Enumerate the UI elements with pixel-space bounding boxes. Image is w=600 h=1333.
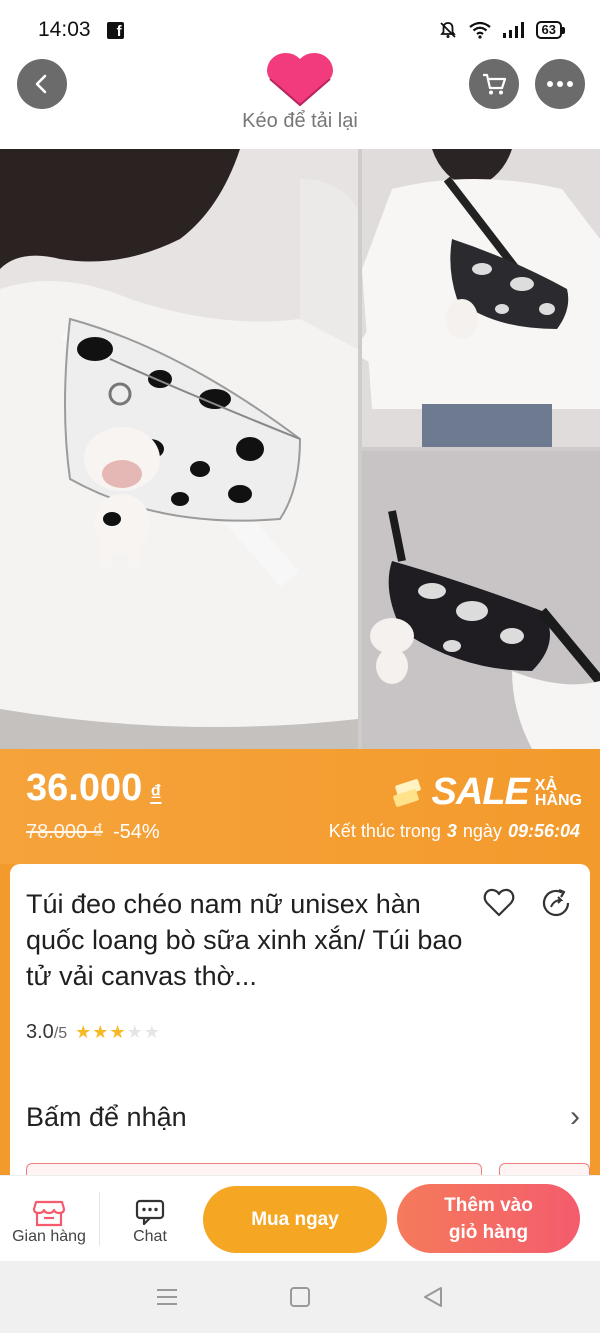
system-nav-bar (0, 1261, 600, 1333)
share-button[interactable] (540, 886, 574, 920)
sale-xa-hang-logo: SALE XẢ HÀNG (392, 771, 582, 814)
back-triangle-icon[interactable] (421, 1285, 445, 1309)
star-icon: ★ (75, 1022, 92, 1042)
buy-now-button[interactable]: Mua ngay (203, 1186, 387, 1253)
product-title: Túi đeo chéo nam nữ unisex hàn quốc loan… (26, 889, 463, 991)
chevron-left-icon (35, 74, 47, 94)
product-photo-worn (362, 149, 600, 447)
status-icons: 63 (438, 20, 566, 40)
days-unit: ngày (462, 821, 502, 841)
back-button[interactable] (17, 59, 67, 109)
sale-countdown: Kết thúc trong 3 ngày 09:56:04 (329, 821, 580, 842)
favorite-button[interactable] (482, 886, 516, 920)
star-empty-icon: ★ (126, 1022, 143, 1042)
menu-icon[interactable] (155, 1286, 179, 1308)
home-icon[interactable] (289, 1286, 311, 1308)
star-empty-icon: ★ (143, 1022, 160, 1042)
more-dots-icon (547, 81, 573, 87)
mute-icon (439, 22, 456, 38)
chat-label: Chat (133, 1228, 167, 1245)
rating-value: 3.0 (26, 1021, 54, 1043)
status-time: 14:03 (38, 18, 91, 41)
chevron-right-icon: › (570, 1100, 580, 1133)
voucher-claim-label: Bấm để nhận (26, 1101, 187, 1132)
original-price: 78.000 ₫ (26, 821, 103, 843)
pull-to-refresh-hint: Kéo để tải lại (242, 110, 358, 132)
battery-indicator: 63 (535, 21, 566, 39)
product-photo-closeup (362, 451, 600, 749)
rating-stars: ★ ★ ★ ★ ★ (75, 1022, 160, 1043)
product-rating: 3.0 /5 ★ ★ ★ ★ ★ (26, 1021, 160, 1044)
star-icon: ★ (92, 1022, 109, 1042)
chat-icon (135, 1199, 165, 1226)
product-gallery[interactable] (0, 149, 600, 749)
app-logo (267, 53, 333, 107)
facebook-notification-icon: f (106, 21, 124, 39)
discount-percent: -54% (113, 821, 160, 843)
signal-icon (502, 22, 524, 38)
add-to-cart-button[interactable]: Thêm vào giỏ hàng (397, 1184, 580, 1253)
shop-label: Gian hàng (12, 1228, 86, 1245)
product-info-card: Túi đeo chéo nam nữ unisex hàn quốc loan… (10, 864, 590, 1175)
cart-button[interactable] (469, 59, 519, 109)
product-image-main[interactable] (0, 149, 358, 749)
heart-icon (483, 888, 515, 917)
star-icon: ★ (109, 1022, 126, 1042)
add-to-cart-line1: Thêm vào (444, 1194, 533, 1216)
store-icon (32, 1200, 66, 1227)
chat-tab[interactable]: Chat (110, 1196, 190, 1246)
ticket-icon (392, 778, 421, 807)
shop-tab[interactable]: Gian hàng (10, 1196, 88, 1246)
action-divider (99, 1192, 100, 1246)
sale-word: SALE (431, 771, 530, 813)
days-remaining: 3 (446, 821, 457, 841)
add-to-cart-line2: giỏ hàng (448, 1221, 529, 1243)
current-price: 36.000 ₫ (26, 767, 162, 810)
flash-sale-bar: 36.000 ₫ 78.000 ₫ -54% SALE XẢ HÀNG Kết … (0, 749, 600, 864)
sale-suffix: XẢ HÀNG (534, 777, 582, 809)
cart-icon (483, 73, 507, 95)
voucher-card[interactable] (499, 1163, 590, 1175)
add-to-cart-label: Thêm vào giỏ hàng (444, 1192, 533, 1246)
price-value: 36.000 (26, 767, 143, 809)
voucher-card[interactable] (26, 1163, 482, 1175)
countdown-timer: 09:56:04 (507, 821, 580, 841)
rating-max: /5 (53, 1025, 68, 1042)
old-price-row: 78.000 ₫ -54% (26, 821, 160, 844)
bottom-action-bar: Gian hàng Chat Mua ngay Thêm vào giỏ hàn… (0, 1175, 600, 1261)
product-photo-bag-front (0, 149, 358, 749)
wifi-icon (468, 21, 491, 39)
product-image-side[interactable] (362, 149, 600, 447)
more-options-button[interactable] (535, 59, 585, 109)
product-image-detail[interactable] (362, 451, 600, 749)
share-icon (542, 888, 570, 917)
price-currency: ₫ (150, 780, 162, 805)
sale-suffix-line2: HÀNG (534, 791, 582, 809)
ends-prefix: Kết thúc trong (328, 821, 441, 841)
voucher-claim-row[interactable]: Bấm để nhận › (26, 1100, 580, 1134)
